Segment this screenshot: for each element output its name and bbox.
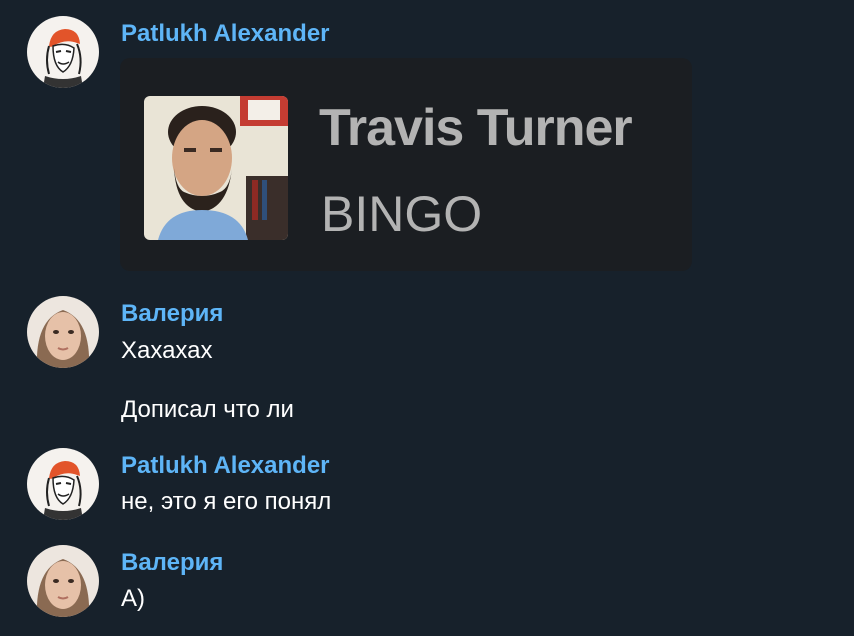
message-text: А) [121,585,145,612]
sender-name[interactable]: Валерия [121,300,223,328]
chat-history: Patlukh Alexander Travis Turner BINGO Ва… [0,0,854,636]
profile-photo [144,96,288,240]
link-preview-card[interactable]: Travis Turner BINGO [120,58,692,271]
sender-name[interactable]: Patlukh Alexander [121,452,330,480]
message-text: Дописал что ли [121,396,294,423]
message-text: не, это я его понял [121,488,332,515]
avatar-patlukh-alexander[interactable] [27,448,99,520]
avatar-valeria[interactable] [27,545,99,617]
card-title: Travis Turner [319,99,633,157]
card-subtitle: BINGO [321,186,483,242]
message-text: Хахахах [121,337,213,364]
avatar-patlukh-alexander[interactable] [27,16,99,88]
sender-name[interactable]: Валерия [121,549,223,577]
avatar-valeria[interactable] [27,296,99,368]
sender-name[interactable]: Patlukh Alexander [121,20,330,48]
